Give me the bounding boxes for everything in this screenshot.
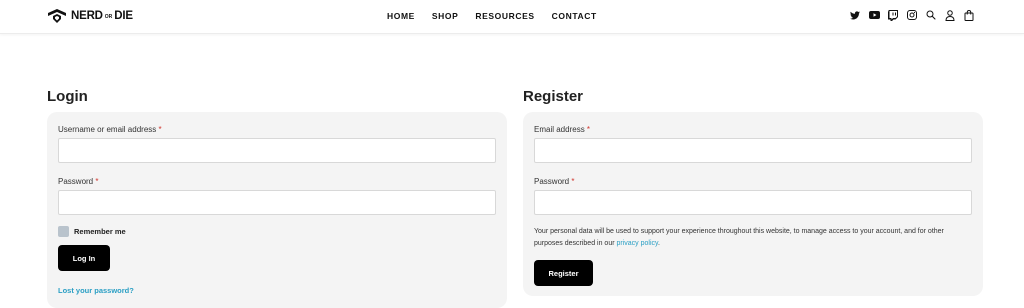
password-label-text: Password (58, 177, 94, 186)
register-title: Register (523, 88, 584, 105)
nav-resources[interactable]: RESOURCES (475, 11, 534, 21)
privacy-text: Your personal data will be used to suppo… (534, 228, 944, 247)
twitter-icon[interactable] (849, 9, 861, 21)
login-button[interactable]: Log In (58, 245, 110, 271)
register-password-input[interactable] (534, 190, 972, 215)
remember-me-label[interactable]: Remember me (74, 227, 126, 236)
privacy-notice: Your personal data will be used to suppo… (534, 226, 970, 249)
instagram-icon[interactable] (906, 9, 918, 21)
register-button[interactable]: Register (534, 260, 593, 286)
required-mark: * (571, 177, 575, 186)
email-label-text: Email address (534, 125, 585, 134)
privacy-policy-link[interactable]: privacy policy (617, 240, 659, 247)
site-header: NERD OR DIE HOME SHOP RESOURCES CONTACT (0, 0, 1024, 34)
logo-text-nerd: NERD (71, 10, 103, 22)
email-label: Email address * (534, 125, 590, 134)
required-mark: * (586, 125, 591, 134)
privacy-end: . (658, 239, 660, 247)
search-icon[interactable] (925, 9, 937, 21)
twitch-icon[interactable] (887, 9, 899, 21)
register-password-label-text: Password (534, 177, 570, 186)
nav-home[interactable]: HOME (387, 11, 415, 21)
login-card: Username or email address * Password * R… (47, 112, 507, 308)
youtube-icon[interactable] (868, 9, 880, 21)
required-mark: * (158, 125, 162, 134)
password-label: Password * (58, 177, 98, 186)
lost-password-link[interactable]: Lost your password? (58, 286, 134, 295)
user-icon[interactable] (944, 9, 956, 21)
nav-shop[interactable]: SHOP (432, 11, 459, 21)
main-nav: HOME SHOP RESOURCES CONTACT (387, 0, 614, 32)
register-card: Email address * Password * Your personal… (523, 112, 983, 296)
username-label-text: Username or email address (58, 125, 157, 134)
logo-mark-icon (48, 9, 66, 23)
required-mark: * (95, 177, 99, 186)
header-icons (849, 9, 982, 21)
site-logo[interactable]: NERD OR DIE (47, 8, 133, 24)
login-title: Login (47, 88, 88, 105)
logo-text: NERD OR DIE (71, 10, 133, 22)
remember-me-checkbox[interactable] (58, 226, 69, 237)
bag-icon[interactable] (963, 9, 975, 21)
logo-text-or: OR (104, 14, 113, 20)
register-email-input[interactable] (534, 138, 972, 163)
username-input[interactable] (58, 138, 496, 163)
register-password-label: Password * (534, 177, 574, 186)
nav-contact[interactable]: CONTACT (552, 11, 597, 21)
password-input[interactable] (58, 190, 496, 215)
username-label: Username or email address * (58, 125, 162, 134)
logo-text-die: DIE (114, 10, 133, 22)
